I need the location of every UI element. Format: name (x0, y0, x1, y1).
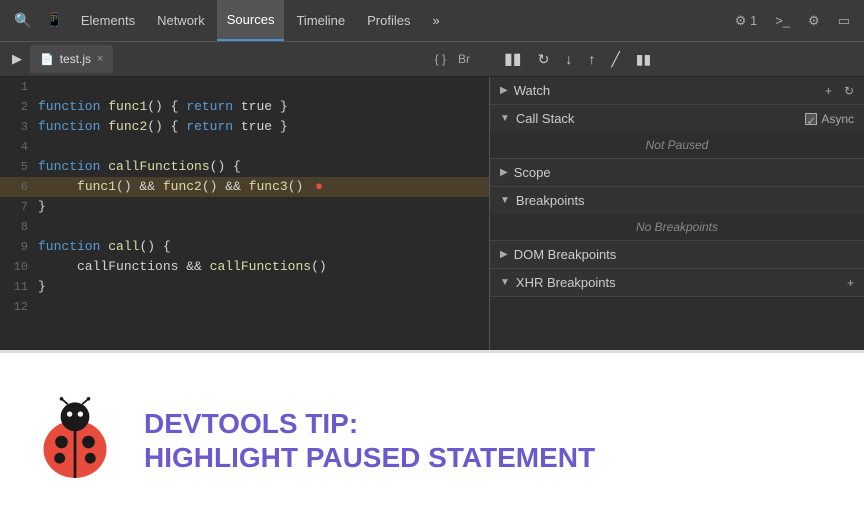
scope-title: Scope (514, 165, 854, 180)
debug-controls: ▮▮ ↻ ↓ ↑ ╱ ▮▮ (490, 47, 864, 71)
code-line-8: 8 (0, 217, 489, 237)
breakpoint-button[interactable]: Br (454, 50, 474, 68)
debug-toolbar: ▶ 📄 test.js × { } Br ▮▮ ↻ ↓ ↑ ╱ ▮▮ (0, 41, 864, 77)
top-toolbar: 🔍 📱 Elements Network Sources Timeline Pr… (0, 0, 864, 41)
tab-filename: test.js (60, 52, 91, 66)
file-icon: 📄 (40, 53, 54, 66)
callstack-title: Call Stack (516, 111, 799, 126)
tip-subtitle: Highlight Paused Statement (144, 440, 595, 476)
watch-section: ▶ Watch + ↻ (490, 77, 864, 105)
code-line-3: 3 function func2() { return true } (0, 117, 489, 137)
xhr-add-button[interactable]: + (847, 276, 854, 290)
code-line-6: 6 func1() && func2() && func3() ● (0, 177, 489, 197)
search-icon[interactable]: 🔍 (8, 8, 37, 33)
breakpoints-arrow: ▼ (500, 195, 510, 206)
scope-header[interactable]: ▶ Scope (490, 159, 864, 186)
toolbar-right: ⚙ 1 >_ ⚙ ▭ (729, 11, 856, 31)
dom-breakpoints-arrow: ▶ (500, 249, 508, 260)
dock-icon[interactable]: ▭ (832, 11, 856, 31)
tab-network[interactable]: Network (147, 0, 215, 41)
step-into-button[interactable]: ↓ (561, 49, 576, 69)
settings-icon[interactable]: ⚙ (802, 11, 826, 31)
async-toggle[interactable]: ✓ Async (805, 112, 854, 126)
tab-more[interactable]: » (422, 0, 449, 41)
pretty-print-button[interactable]: { } (431, 50, 450, 68)
deactivate-button[interactable]: ╱ (607, 49, 623, 70)
right-panel: ▶ Watch + ↻ ▼ Call Stack ✓ Async Not Pau… (490, 77, 864, 350)
tab-profiles[interactable]: Profiles (357, 0, 420, 41)
code-line-2: 2 function func1() { return true } (0, 97, 489, 117)
callstack-content: Not Paused (490, 132, 864, 158)
code-line-9: 9 function call() { (0, 237, 489, 257)
callstack-section: ▼ Call Stack ✓ Async Not Paused (490, 105, 864, 159)
watch-arrow: ▶ (500, 85, 508, 96)
scope-section: ▶ Scope (490, 159, 864, 187)
xhr-breakpoints-arrow: ▼ (500, 277, 510, 288)
tip-text: DevTools Tip: Highlight Paused Statement (144, 407, 595, 477)
watch-add-button[interactable]: + (825, 84, 832, 98)
close-tab-button[interactable]: × (97, 53, 103, 65)
tab-timeline[interactable]: Timeline (286, 0, 355, 41)
watch-header[interactable]: ▶ Watch + ↻ (490, 77, 864, 104)
ladybug-icon (30, 397, 120, 487)
bottom-tip: DevTools Tip: Highlight Paused Statement (0, 350, 864, 530)
watch-refresh-button[interactable]: ↻ (844, 84, 854, 98)
code-line-7: 7 } (0, 197, 489, 217)
code-line-12: 12 (0, 297, 489, 317)
pause-button[interactable]: ▮▮ (500, 47, 526, 71)
console-icon[interactable]: >_ (769, 11, 796, 30)
code-line-1: 1 (0, 77, 489, 97)
main-area: 1 2 function func1() { return true } 3 f… (0, 77, 864, 350)
dom-breakpoints-section: ▶ DOM Breakpoints (490, 241, 864, 269)
callstack-arrow: ▼ (500, 113, 510, 124)
file-tab[interactable]: 📄 test.js × (30, 45, 113, 73)
code-line-11: 11 } (0, 277, 489, 297)
pause-exceptions-button[interactable]: ▮▮ (632, 49, 655, 70)
xhr-breakpoints-header[interactable]: ▼ XHR Breakpoints + (490, 269, 864, 296)
console-count[interactable]: ⚙ 1 (729, 11, 764, 31)
code-line-4: 4 (0, 137, 489, 157)
step-over-button[interactable]: ↻ (534, 49, 554, 70)
xhr-breakpoints-title: XHR Breakpoints (516, 275, 841, 290)
breakpoints-header[interactable]: ▼ Breakpoints (490, 187, 864, 214)
code-panel[interactable]: 1 2 function func1() { return true } 3 f… (0, 77, 490, 350)
scope-arrow: ▶ (500, 167, 508, 178)
tip-title: DevTools Tip: (144, 407, 595, 441)
async-label-text: Async (821, 112, 854, 126)
watch-title: Watch (514, 83, 819, 98)
breakpoints-content: No Breakpoints (490, 214, 864, 240)
code-line-10: 10 callFunctions && callFunctions() (0, 257, 489, 277)
breakpoints-section: ▼ Breakpoints No Breakpoints (490, 187, 864, 241)
step-out-button[interactable]: ↑ (584, 49, 599, 69)
breakpoints-title: Breakpoints (516, 193, 854, 208)
callstack-header[interactable]: ▼ Call Stack ✓ Async (490, 105, 864, 132)
xhr-breakpoints-section: ▼ XHR Breakpoints + (490, 269, 864, 297)
code-line-5: 5 function callFunctions() { (0, 157, 489, 177)
debug-left: ▶ 📄 test.js × { } Br (0, 45, 490, 73)
tab-elements[interactable]: Elements (71, 0, 145, 41)
dom-breakpoints-header[interactable]: ▶ DOM Breakpoints (490, 241, 864, 268)
dom-breakpoints-title: DOM Breakpoints (514, 247, 854, 262)
async-checkbox[interactable]: ✓ (805, 113, 817, 125)
mobile-icon[interactable]: 📱 (39, 8, 68, 33)
play-button[interactable]: ▶ (8, 49, 26, 69)
tab-sources[interactable]: Sources (217, 0, 285, 41)
